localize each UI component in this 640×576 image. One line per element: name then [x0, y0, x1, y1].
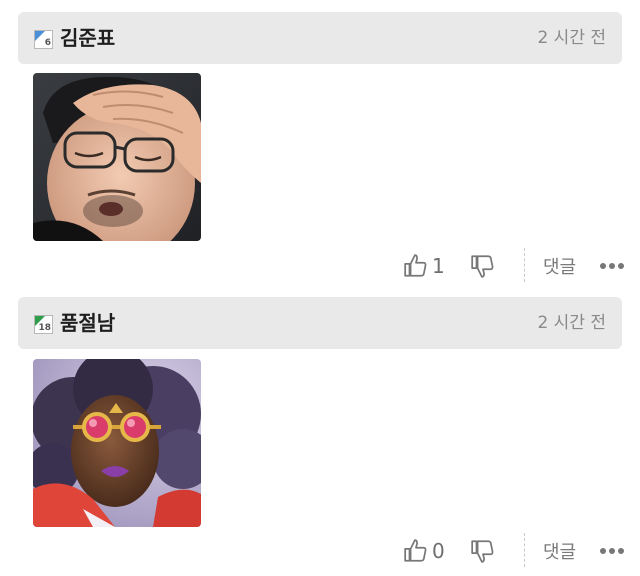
more-dots-icon: [600, 263, 624, 269]
dislike-button[interactable]: [470, 531, 496, 571]
action-divider: [524, 533, 525, 567]
like-button[interactable]: [403, 246, 429, 286]
level-badge-icon: 6: [34, 30, 53, 49]
thumbs-down-icon: [471, 255, 494, 278]
like-count: 0: [432, 539, 445, 563]
comment-time: 2 시간 전: [537, 28, 606, 48]
thumbs-down-icon: [471, 540, 494, 563]
comment-actions: 0 댓글: [0, 531, 640, 571]
thumbs-up-icon: [404, 254, 427, 277]
emoticon-image: [33, 73, 201, 241]
thumbs-up-icon: [404, 539, 427, 562]
reply-button[interactable]: 댓글: [543, 246, 576, 286]
comment-header: 6 김준표 2 시간 전: [18, 12, 622, 64]
more-options-button[interactable]: [599, 531, 625, 571]
comment-username[interactable]: 품절남: [60, 310, 115, 336]
like-count: 1: [432, 254, 445, 278]
emoticon-image: [33, 359, 201, 527]
more-options-button[interactable]: [599, 246, 625, 286]
action-divider: [524, 248, 525, 282]
dislike-button[interactable]: [470, 246, 496, 286]
comment-actions: 1 댓글: [0, 246, 640, 286]
reply-button[interactable]: 댓글: [543, 531, 576, 571]
like-button[interactable]: [403, 531, 429, 571]
comment-time: 2 시간 전: [537, 313, 606, 333]
comment-list: 6 김준표 2 시간 전 1 댓글 18 품절남 2 시간 전 0 댓글: [0, 0, 640, 576]
level-badge-icon: 18: [34, 315, 53, 334]
more-dots-icon: [600, 548, 624, 554]
comment-header: 18 품절남 2 시간 전: [18, 297, 622, 349]
comment-username[interactable]: 김준표: [60, 25, 115, 51]
